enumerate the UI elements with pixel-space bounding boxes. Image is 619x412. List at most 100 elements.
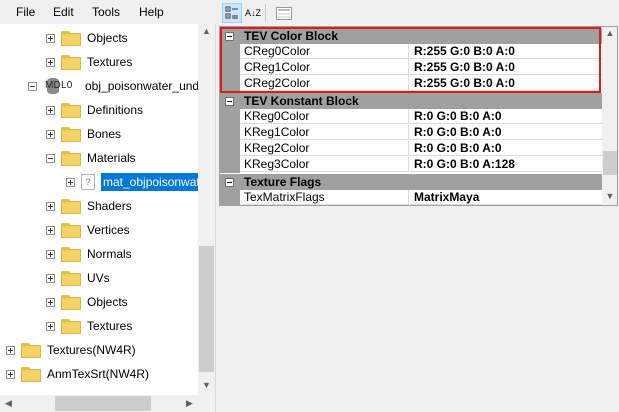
- property-pages-icon[interactable]: [274, 3, 294, 23]
- tree-item-label: Textures: [87, 55, 133, 69]
- property-value[interactable]: R:255 G:0 B:0 A:0: [410, 44, 602, 59]
- scroll-down-icon[interactable]: ▼: [602, 191, 617, 201]
- expand-icon[interactable]: [46, 33, 55, 43]
- property-name: CReg0Color: [240, 44, 409, 59]
- scroll-up-icon[interactable]: ▲: [602, 28, 617, 38]
- tree-item-definitions[interactable]: Definitions: [46, 99, 143, 121]
- scroll-thumb[interactable]: [603, 151, 617, 175]
- scroll-left-icon[interactable]: ◀: [0, 398, 17, 409]
- folder-icon: [61, 102, 81, 118]
- grid-vertical-scrollbar[interactable]: ▲ ▼: [602, 27, 617, 205]
- scroll-right-icon[interactable]: ▶: [181, 398, 198, 409]
- expand-icon[interactable]: [46, 273, 55, 283]
- property-row[interactable]: KReg2Color R:0 G:0 B:0 A:0: [220, 141, 602, 157]
- expand-icon[interactable]: [46, 201, 55, 211]
- expand-icon[interactable]: [46, 249, 55, 259]
- category-title: Texture Flags: [244, 175, 322, 189]
- property-row[interactable]: CReg2Color R:255 G:0 B:0 A:0: [220, 76, 602, 92]
- category-texture-flags[interactable]: Texture Flags: [220, 174, 602, 190]
- tree-item-label: Objects: [87, 31, 128, 45]
- tree-item-vertices[interactable]: Vertices: [46, 219, 130, 241]
- category-title: TEV Konstant Block: [244, 94, 359, 108]
- tree-item-textures[interactable]: Textures: [46, 51, 132, 73]
- property-value[interactable]: R:255 G:0 B:0 A:0: [410, 60, 602, 75]
- material-icon: ?: [81, 174, 95, 190]
- tree-item-bones[interactable]: Bones: [46, 123, 121, 145]
- property-row[interactable]: KReg1Color R:0 G:0 B:0 A:0: [220, 125, 602, 141]
- tree-vertical-scrollbar[interactable]: ▲ ▼: [198, 24, 215, 395]
- menu-file[interactable]: File: [16, 5, 35, 19]
- expand-icon[interactable]: [6, 345, 15, 355]
- expand-icon[interactable]: [46, 57, 55, 67]
- expand-icon[interactable]: [46, 129, 55, 139]
- property-value[interactable]: R:255 G:0 B:0 A:0: [410, 76, 602, 91]
- menu-help[interactable]: Help: [139, 5, 164, 19]
- category-title: TEV Color Block: [244, 29, 339, 43]
- tree-item-objects[interactable]: Objects: [46, 27, 128, 49]
- scroll-up-icon[interactable]: ▲: [198, 26, 215, 36]
- folder-icon: [61, 294, 81, 310]
- folder-icon: [61, 30, 81, 46]
- tree-item-textures-2[interactable]: Textures: [46, 315, 132, 337]
- tree-item-label: AnmTexSrt(NW4R): [47, 367, 150, 381]
- category-tev-color-block[interactable]: TEV Color Block: [220, 28, 602, 44]
- tree-item-label: Objects: [87, 295, 128, 309]
- tree-item-textures-nw4r[interactable]: Textures(NW4R): [6, 339, 136, 361]
- tree-item-label: Normals: [87, 247, 132, 261]
- tree-item-normals[interactable]: Normals: [46, 243, 132, 265]
- property-value[interactable]: R:0 G:0 B:0 A:0: [410, 109, 602, 124]
- property-name: KReg3Color: [240, 157, 409, 172]
- folder-icon: [61, 126, 81, 142]
- tree-item-uvs[interactable]: UVs: [46, 267, 110, 289]
- folder-icon: [61, 246, 81, 262]
- tree-item-anmtexsrt-nw4r[interactable]: AnmTexSrt(NW4R): [6, 363, 149, 385]
- property-value[interactable]: R:0 G:0 B:0 A:0: [410, 141, 602, 156]
- scroll-down-icon[interactable]: ▼: [198, 380, 215, 390]
- property-row[interactable]: KReg3Color R:0 G:0 B:0 A:128: [220, 157, 602, 173]
- toolbar-separator: [265, 4, 266, 22]
- folder-icon: [61, 150, 81, 166]
- property-name: CReg2Color: [240, 76, 409, 91]
- folder-icon: [61, 54, 81, 70]
- property-value[interactable]: MatrixMaya: [410, 190, 602, 205]
- property-row[interactable]: CReg0Color R:255 G:0 B:0 A:0: [220, 44, 602, 60]
- tree-item-label: Vertices: [87, 223, 130, 237]
- tree-item-model[interactable]: MDL0 obj_poisonwater_under: [28, 75, 210, 97]
- tree-item-materials[interactable]: Materials: [46, 147, 136, 169]
- property-name: KReg1Color: [240, 125, 409, 140]
- collapse-icon[interactable]: [225, 178, 234, 187]
- scroll-thumb[interactable]: [199, 246, 214, 372]
- property-row[interactable]: CReg1Color R:255 G:0 B:0 A:0: [220, 60, 602, 76]
- collapse-icon[interactable]: [225, 32, 234, 41]
- property-row[interactable]: KReg0Color R:0 G:0 B:0 A:0: [220, 109, 602, 125]
- collapse-icon[interactable]: [28, 81, 37, 91]
- tree-item-label: Textures: [87, 319, 133, 333]
- category-tev-konstant-block[interactable]: TEV Konstant Block: [220, 93, 602, 109]
- alphabetical-sort-icon[interactable]: A↓Z: [243, 3, 263, 23]
- categorized-icon[interactable]: [222, 3, 242, 23]
- property-grid: TEV Color Block CReg0Color R:255 G:0 B:0…: [219, 26, 618, 206]
- property-value[interactable]: R:0 G:0 B:0 A:128: [410, 157, 602, 172]
- tree-item-material-selected[interactable]: ? mat_objpoisonwat: [66, 171, 202, 193]
- menu-edit[interactable]: Edit: [53, 5, 74, 19]
- expand-icon[interactable]: [46, 297, 55, 307]
- tree-item-objects-2[interactable]: Objects: [46, 291, 128, 313]
- tree-horizontal-scrollbar[interactable]: ◀ ▶: [0, 395, 198, 412]
- collapse-icon[interactable]: [46, 153, 55, 163]
- folder-icon: [21, 366, 41, 382]
- collapse-icon[interactable]: [225, 97, 234, 106]
- tree-item-shaders[interactable]: Shaders: [46, 195, 132, 217]
- tree-panel: Objects Textures MDL0 obj_poisonwater_un…: [0, 24, 216, 412]
- scroll-thumb[interactable]: [55, 396, 151, 411]
- property-name: CReg1Color: [240, 60, 409, 75]
- expand-icon[interactable]: [6, 369, 15, 379]
- model-icon: MDL0: [43, 78, 81, 94]
- menu-tools[interactable]: Tools: [92, 5, 120, 19]
- folder-icon: [61, 318, 81, 334]
- expand-icon[interactable]: [46, 321, 55, 331]
- expand-icon[interactable]: [66, 177, 75, 187]
- expand-icon[interactable]: [46, 225, 55, 235]
- property-row[interactable]: TexMatrixFlags MatrixMaya: [220, 190, 602, 205]
- property-value[interactable]: R:0 G:0 B:0 A:0: [410, 125, 602, 140]
- expand-icon[interactable]: [46, 105, 55, 115]
